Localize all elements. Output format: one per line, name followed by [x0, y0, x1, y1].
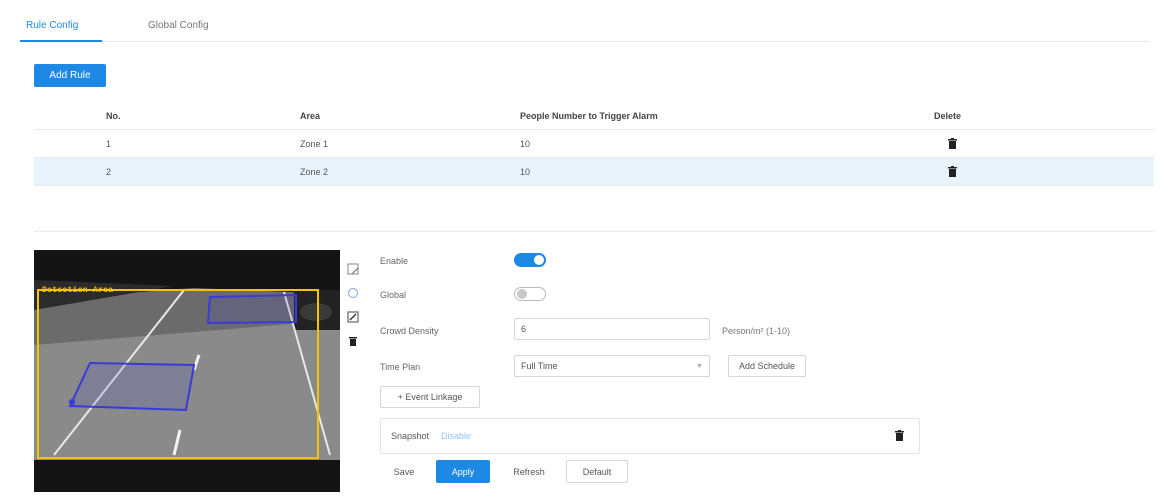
row-no: 2	[106, 167, 112, 177]
table-row[interactable]: 1 Zone 1 10	[34, 130, 1154, 158]
row-no: 1	[106, 139, 112, 149]
global-toggle[interactable]	[514, 287, 546, 301]
crowd-density-unit: Person/m² (1-10)	[722, 326, 791, 336]
toggle-knob	[534, 255, 544, 265]
delete-icon[interactable]	[346, 334, 360, 348]
crowd-density-label: Crowd Density	[380, 326, 439, 336]
tab-global-config[interactable]: Global Config	[148, 20, 209, 31]
trash-icon[interactable]	[948, 138, 957, 149]
trash-icon[interactable]	[895, 430, 904, 441]
trash-icon[interactable]	[948, 166, 957, 177]
rule-table: No. Area People Number to Trigger Alarm …	[34, 102, 1154, 232]
table-header-row: No. Area People Number to Trigger Alarm …	[34, 102, 1154, 130]
draw-target-icon[interactable]	[346, 310, 360, 324]
enable-label: Enable	[380, 256, 409, 266]
time-plan-label: Time Plan	[380, 362, 421, 372]
row-area: Zone 2	[300, 167, 329, 177]
linkage-panel: Snapshot Disable	[380, 418, 920, 454]
crowd-density-input[interactable]: 6	[514, 318, 710, 340]
apply-button[interactable]: Apply	[436, 460, 490, 483]
header-area: Area	[300, 111, 321, 121]
header-people-number: People Number to Trigger Alarm	[520, 111, 658, 121]
row-people-number: 10	[520, 139, 531, 149]
header-no: No.	[106, 111, 121, 121]
header-delete: Delete	[934, 111, 962, 121]
clear-icon[interactable]	[346, 286, 360, 300]
tab-rule-config[interactable]: Rule Config	[26, 20, 78, 31]
snapshot-link[interactable]: Disable	[441, 431, 471, 441]
time-plan-value: Full Time	[521, 361, 558, 371]
toggle-knob	[517, 289, 527, 299]
event-linkage-button[interactable]: + Event Linkage	[380, 386, 480, 408]
draw-area-icon[interactable]	[346, 262, 360, 276]
time-plan-select[interactable]: Full Time ▼	[514, 355, 710, 377]
row-people-number: 10	[520, 167, 531, 177]
tab-bar: Rule Config Global Config	[20, 12, 1150, 42]
add-schedule-button[interactable]: Add Schedule	[728, 355, 806, 377]
active-tab-indicator	[20, 40, 102, 42]
default-button[interactable]: Default	[566, 460, 628, 483]
video-preview[interactable]: Detection Area	[34, 250, 340, 492]
detection-area-osd: Detection Area	[42, 286, 114, 295]
refresh-button[interactable]: Refresh	[500, 460, 558, 483]
enable-toggle[interactable]	[514, 253, 546, 267]
row-area: Zone 1	[300, 139, 329, 149]
snapshot-label: Snapshot	[391, 431, 430, 441]
add-rule-button[interactable]: Add Rule	[34, 64, 106, 87]
table-row[interactable]: 2 Zone 2 10	[34, 158, 1154, 186]
global-label: Global	[380, 290, 407, 300]
chevron-down-icon: ▼	[696, 363, 703, 370]
save-button[interactable]: Save	[380, 460, 428, 483]
